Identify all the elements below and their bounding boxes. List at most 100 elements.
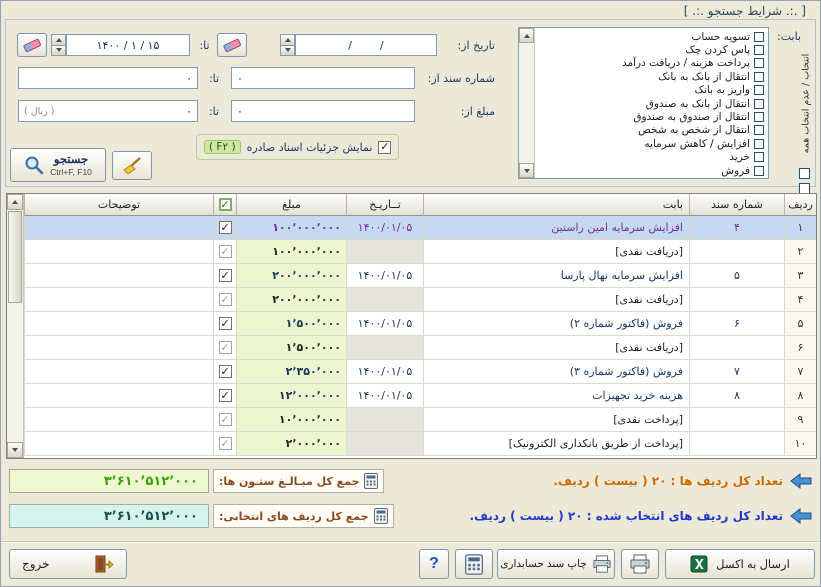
print-list-button[interactable]	[621, 549, 659, 579]
list-item[interactable]: خرید	[537, 151, 764, 164]
amount-from-input[interactable]: ۰	[231, 100, 415, 122]
help-button[interactable]: ?	[419, 549, 449, 579]
category-checkbox[interactable]	[754, 125, 764, 135]
category-checkbox[interactable]	[754, 58, 764, 68]
table-row[interactable]: ۱۰ [پرداخت از طریق بانکداری الکترونیک] ۲…	[24, 432, 816, 456]
header-amount[interactable]: مبلغ	[236, 194, 346, 216]
row-checkbox[interactable]	[219, 413, 232, 426]
table-row[interactable]: ۴ [دریافت نقدی] ۲۰۰٬۰۰۰٬۰۰۰	[24, 288, 816, 312]
date-to-spinner[interactable]	[51, 34, 66, 56]
row-checkbox[interactable]	[219, 437, 232, 450]
row-checkbox[interactable]	[219, 245, 232, 258]
table-row[interactable]: ۱ ۴ افزایش سرمایه امین راستین ۱۴۰۰/۰۱/۰۵…	[24, 216, 816, 240]
list-item[interactable]: انتقال از بانک به بانک	[537, 70, 764, 83]
table-row[interactable]: ۵ ۶ فروش (فاکتور شماره ۲) ۱۴۰۰/۰۱/۰۵ ۱٬۵…	[24, 312, 816, 336]
category-label: انتقال از بانک به صندوق	[646, 98, 750, 110]
category-label: انتقال از بانک به بانک	[658, 71, 750, 83]
row-checkbox[interactable]	[219, 389, 232, 402]
spinner-down-icon[interactable]	[51, 46, 66, 57]
table-row[interactable]: ۷ ۷ فروش (فاکتور شماره ۳) ۱۴۰۰/۰۱/۰۵ ۲٬۳…	[24, 360, 816, 384]
export-excel-button[interactable]: ارسال به اکسل	[665, 549, 815, 579]
header-doc-no[interactable]: شماره سند	[689, 194, 784, 216]
scroll-up-icon[interactable]	[7, 194, 23, 210]
row-no-cell: ۸	[784, 384, 816, 408]
category-checkbox[interactable]	[754, 32, 764, 42]
totals-summary-row: تعداد کل ردیف ها : ۲۰ ( بیست ) ردیف. ۳٬۶…	[9, 467, 812, 495]
babat-cell: هزینه خرید تجهیزات	[423, 384, 689, 408]
list-item[interactable]: تسویه حساب	[537, 30, 764, 43]
description-cell	[24, 264, 213, 288]
amount-to-input[interactable]: ( ریال ) ۰	[18, 100, 198, 122]
spinner-down-icon[interactable]	[280, 46, 295, 57]
spinner-up-icon[interactable]	[51, 34, 66, 46]
list-item[interactable]: پاس کردن چک	[537, 43, 764, 56]
table-row[interactable]: ۸ ۸ هزینه خرید تجهیزات ۱۴۰۰/۰۱/۰۵ ۱۲٬۰۰۰…	[24, 384, 816, 408]
category-checkbox[interactable]	[754, 45, 764, 55]
table-row[interactable]: ۲ [دریافت نقدی] ۱۰۰٬۰۰۰٬۰۰۰	[24, 240, 816, 264]
list-item[interactable]: افزایش / کاهش سرمایه	[537, 137, 764, 150]
category-checkbox[interactable]	[754, 99, 764, 109]
exit-button[interactable]: خروج	[9, 549, 127, 579]
table-row[interactable]: ۳ ۵ افزایش سرمایه نهال پارسا ۱۴۰۰/۰۱/۰۵ …	[24, 264, 816, 288]
header-row-no[interactable]: ردیف	[784, 194, 816, 216]
description-cell	[24, 312, 213, 336]
scroll-up-icon[interactable]	[519, 28, 534, 43]
category-checkbox[interactable]	[754, 85, 764, 95]
row-checkbox[interactable]	[219, 293, 232, 306]
checkbox-cell	[213, 264, 236, 288]
documents-table: ردیف شماره سند بابت تــاریـخ مبلغ توضیحا…	[6, 193, 817, 459]
printer-icon	[592, 555, 612, 573]
date-to-input[interactable]: ۱۴۰۰ / ۱ / ۱۵	[66, 34, 190, 56]
scrollbar-thumb[interactable]	[8, 211, 22, 303]
search-button[interactable]: جستجو Ctrl+F, F10	[10, 148, 106, 182]
show-details-checkbox[interactable]	[378, 141, 391, 154]
table-row[interactable]: ۹ [پرداخت نقدی] ۱۰٬۰۰۰٬۰۰۰	[24, 408, 816, 432]
category-list-scrollbar[interactable]	[519, 28, 535, 178]
scroll-down-icon[interactable]	[519, 163, 534, 178]
list-item[interactable]: واریز به بانک	[537, 84, 764, 97]
list-item[interactable]: انتقال از صندوق به صندوق	[537, 110, 764, 123]
category-checkbox[interactable]	[754, 166, 764, 176]
show-details-option[interactable]: نمایش جزئیات اسناد صادره ( F۲ )	[196, 134, 399, 160]
category-checkbox[interactable]	[754, 139, 764, 149]
checkbox-cell	[213, 240, 236, 264]
category-checkbox[interactable]	[754, 112, 764, 122]
bottom-divider	[1, 541, 820, 543]
select-all-rows-checkbox[interactable]	[219, 198, 232, 211]
header-babat[interactable]: بابت	[423, 194, 689, 216]
row-checkbox[interactable]	[219, 317, 232, 330]
date-from-input[interactable]: / /	[295, 34, 437, 56]
clear-date-to-button[interactable]	[17, 33, 47, 57]
scroll-down-icon[interactable]	[7, 442, 23, 458]
list-item[interactable]: پرداخت هزینه / دریافت درآمد	[537, 57, 764, 70]
row-checkbox[interactable]	[219, 221, 232, 234]
table-row[interactable]: ۶ [دریافت نقدی] ۱٬۵۰۰٬۰۰۰	[24, 336, 816, 360]
table-scrollbar[interactable]	[7, 194, 24, 458]
category-label: فروش	[721, 165, 750, 177]
category-checkbox[interactable]	[754, 152, 764, 162]
header-description[interactable]: توضیحات	[24, 194, 213, 216]
print-document-button[interactable]: چاپ سند حسابداری	[497, 549, 615, 579]
header-date[interactable]: تــاریـخ	[346, 194, 423, 216]
select-all-checkbox[interactable]	[799, 168, 810, 179]
category-checkbox[interactable]	[754, 72, 764, 82]
list-item[interactable]: انتقال از بانک به صندوق	[537, 97, 764, 110]
spinner-up-icon[interactable]	[280, 34, 295, 46]
amount-from-label: مبلغ از:	[415, 105, 495, 118]
date-from-spinner[interactable]	[280, 34, 295, 56]
eraser-icon	[222, 37, 242, 53]
list-item[interactable]: انتقال از شخص به شخص	[537, 124, 764, 137]
description-cell	[24, 336, 213, 360]
doc-no-from-input[interactable]: ۰	[231, 67, 415, 89]
row-checkbox[interactable]	[219, 365, 232, 378]
list-item[interactable]: فروش	[537, 164, 764, 177]
category-label: انتقال از صندوق به صندوق	[633, 111, 750, 123]
clear-date-from-button[interactable]	[217, 33, 247, 57]
checkbox-cell	[213, 384, 236, 408]
doc-no-to-input[interactable]: ۰	[18, 67, 198, 89]
clear-filters-button[interactable]	[112, 151, 152, 180]
row-checkbox[interactable]	[219, 341, 232, 354]
calculator-button[interactable]	[455, 549, 493, 579]
sum-selected-label: جمع کل ردیف های انتخابی:	[219, 510, 369, 523]
row-checkbox[interactable]	[219, 269, 232, 282]
